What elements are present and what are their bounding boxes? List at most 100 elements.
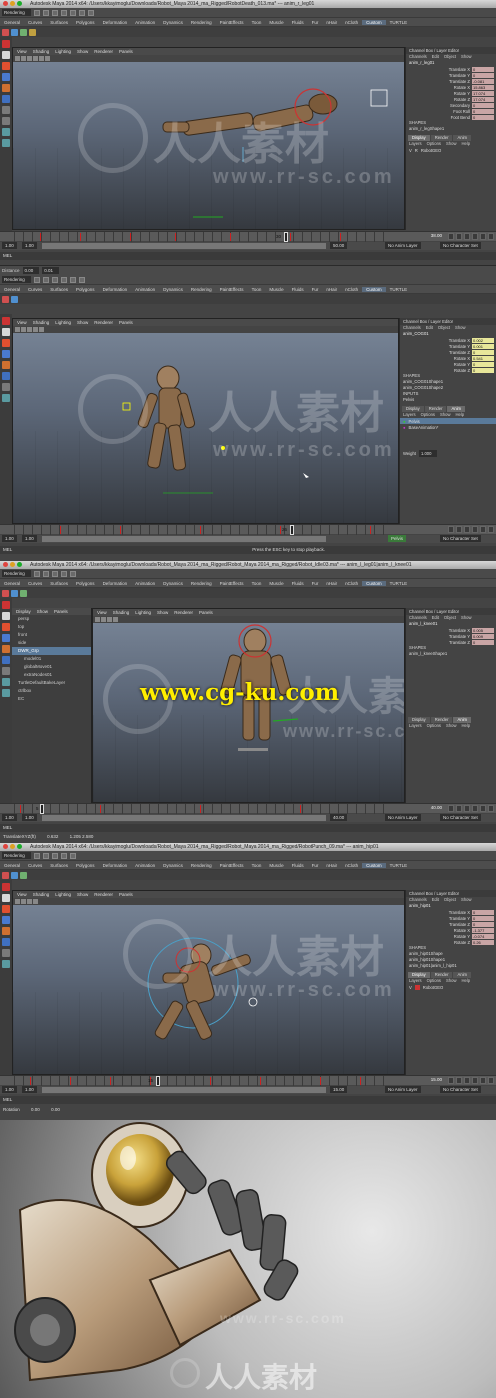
start-time-field[interactable]: 1.00 bbox=[2, 242, 17, 249]
camera-icon[interactable] bbox=[15, 899, 20, 904]
select-tool-icon[interactable] bbox=[2, 883, 10, 891]
outliner-item[interactable]: top bbox=[12, 623, 91, 631]
shelf-tab-general[interactable]: General bbox=[0, 20, 24, 25]
vp-menu-view[interactable]: View bbox=[17, 319, 27, 326]
menu-set-dropdown[interactable]: Rendering bbox=[2, 852, 31, 859]
menu-set-dropdown[interactable]: Rendering bbox=[2, 9, 31, 16]
step-back-icon[interactable] bbox=[456, 1077, 462, 1084]
character-set-dropdown[interactable]: No Character Set bbox=[440, 535, 481, 542]
texture-icon[interactable] bbox=[33, 899, 38, 904]
end-frame-field[interactable]: 40.00 bbox=[431, 805, 442, 812]
range-end-field[interactable]: 50.00 bbox=[330, 242, 348, 249]
shelf-tab-dynamics[interactable]: Dynamics bbox=[159, 287, 187, 292]
vp-menu-lighting[interactable]: Lighting bbox=[135, 609, 151, 616]
shelf-tab-rendering[interactable]: Rendering bbox=[187, 20, 216, 25]
shelf-tab-surfaces[interactable]: Surfaces bbox=[46, 20, 72, 25]
shape-name-3[interactable]: anim_hip01|anim_l_hip01 bbox=[406, 963, 496, 969]
cb-menu-show[interactable]: Show bbox=[461, 54, 471, 60]
layout-single-icon[interactable] bbox=[2, 383, 10, 391]
step-back-icon[interactable] bbox=[456, 805, 462, 812]
window-controls[interactable] bbox=[3, 562, 22, 568]
new-scene-icon[interactable] bbox=[33, 852, 40, 859]
start-time-field[interactable]: 1.00 bbox=[2, 1086, 17, 1093]
rotate-tool-icon[interactable] bbox=[2, 84, 10, 92]
lasso-tool-icon[interactable] bbox=[2, 328, 10, 336]
shelf-tab-ncloth[interactable]: nCloth bbox=[341, 581, 362, 586]
vp-menu-view[interactable]: View bbox=[97, 609, 107, 616]
shelf-tab-painteffects[interactable]: PaintEffects bbox=[216, 581, 248, 586]
layer-row[interactable]: V RobotGEO bbox=[406, 984, 496, 990]
layer-menu-layers[interactable]: Layers bbox=[409, 723, 422, 729]
lasso-tool-icon[interactable] bbox=[2, 612, 10, 620]
range-slider-bar[interactable] bbox=[42, 815, 326, 821]
save-scene-icon[interactable] bbox=[51, 570, 58, 577]
open-scene-icon[interactable] bbox=[42, 570, 49, 577]
shelf-tab-fluids[interactable]: Fluids bbox=[288, 287, 308, 292]
shelf-tab-deformation[interactable]: Deformation bbox=[99, 20, 132, 25]
range-start-field[interactable]: 1.00 bbox=[22, 1086, 37, 1093]
current-time-indicator[interactable] bbox=[290, 525, 294, 535]
shelf-tab-deformation[interactable]: Deformation bbox=[99, 287, 132, 292]
select-mode-icon[interactable] bbox=[60, 276, 67, 283]
shelf-tab-animation[interactable]: Animation bbox=[131, 863, 159, 868]
robot-model[interactable] bbox=[93, 623, 405, 803]
command-line[interactable]: MEL bbox=[0, 824, 496, 832]
outliner-item[interactable]: model01 bbox=[12, 655, 91, 663]
scale-tool-icon[interactable] bbox=[2, 95, 10, 103]
vp-menu-panels[interactable]: Panels bbox=[119, 48, 133, 55]
shelf-tab-nhair[interactable]: nHair bbox=[322, 20, 341, 25]
lasso-tool-icon[interactable] bbox=[2, 51, 10, 59]
shelf-tab-curves[interactable]: Curves bbox=[24, 581, 46, 586]
current-time-indicator[interactable] bbox=[284, 232, 288, 242]
snap-grid-icon[interactable] bbox=[69, 9, 76, 16]
smooth-shade-icon[interactable] bbox=[107, 617, 112, 622]
light-icon[interactable] bbox=[39, 56, 44, 61]
scale-tool-icon[interactable] bbox=[2, 938, 10, 946]
cb-menu-show[interactable]: Show bbox=[461, 897, 471, 903]
snap-grid-icon[interactable] bbox=[69, 276, 76, 283]
shelf-tab-turtle[interactable]: TURTLE bbox=[386, 287, 411, 292]
vp-menu-panels[interactable]: Panels bbox=[119, 319, 133, 326]
end-frame-field[interactable]: 15.00 bbox=[431, 1077, 442, 1084]
move-tool-icon[interactable] bbox=[2, 634, 10, 642]
shelf-tab-ncloth[interactable]: nCloth bbox=[341, 20, 362, 25]
go-end-icon[interactable] bbox=[488, 526, 494, 533]
shelf-tab-animation[interactable]: Animation bbox=[131, 581, 159, 586]
shelf-button-icon[interactable] bbox=[2, 871, 9, 879]
shelf-tab-turtle[interactable]: TURTLE bbox=[386, 581, 411, 586]
shape-name[interactable]: anim_l_kneeShape1 bbox=[406, 651, 496, 657]
save-scene-icon[interactable] bbox=[51, 276, 58, 283]
shelf-button-icon[interactable] bbox=[2, 295, 9, 303]
character-set-dropdown[interactable]: No Character Set bbox=[440, 1086, 481, 1093]
shelf-tab-muscle[interactable]: Muscle bbox=[265, 20, 287, 25]
rotate-tool-icon[interactable] bbox=[2, 645, 10, 653]
shelf-tab-general[interactable]: General bbox=[0, 863, 24, 868]
vp-menu-show[interactable]: Show bbox=[77, 319, 88, 326]
layout-outliner-icon[interactable] bbox=[2, 689, 10, 697]
shelf-tab-painteffects[interactable]: PaintEffects bbox=[216, 287, 248, 292]
scale-tool-icon[interactable] bbox=[2, 372, 10, 380]
viewport-persp[interactable]: View Shading Lighting Show Renderer Panels 人人… bbox=[12, 318, 399, 524]
cb-menu-edit[interactable]: Edit bbox=[432, 897, 439, 903]
outliner-menu-display[interactable]: Display bbox=[16, 608, 31, 615]
move-tool-icon[interactable] bbox=[2, 916, 10, 924]
wireframe-icon[interactable] bbox=[21, 327, 26, 332]
window-controls[interactable] bbox=[3, 844, 22, 850]
layout-four-icon[interactable] bbox=[2, 117, 10, 125]
outliner-item[interactable]: DWR_Grp bbox=[12, 647, 91, 655]
anim-layer-dropdown[interactable]: No Anim Layer bbox=[385, 814, 421, 821]
vp-menu-view[interactable]: View bbox=[17, 48, 27, 55]
command-line[interactable]: MEL bbox=[0, 252, 496, 260]
layout-single-icon[interactable] bbox=[2, 949, 10, 957]
vp-menu-shading[interactable]: Shading bbox=[113, 609, 130, 616]
go-start-icon[interactable] bbox=[448, 1077, 454, 1084]
cb-menu-object[interactable]: Object bbox=[444, 54, 456, 60]
vp-menu-shading[interactable]: Shading bbox=[33, 319, 50, 326]
shelf-tab-turtle[interactable]: TURTLE bbox=[386, 863, 411, 868]
shelf-tab-custom[interactable]: Custom bbox=[362, 862, 386, 868]
vp-menu-lighting[interactable]: Lighting bbox=[55, 319, 71, 326]
step-back-icon[interactable] bbox=[456, 526, 462, 533]
select-tool-icon[interactable] bbox=[2, 601, 10, 609]
texture-icon[interactable] bbox=[33, 327, 38, 332]
weight-row[interactable]: Weight 1.000 bbox=[400, 449, 496, 457]
